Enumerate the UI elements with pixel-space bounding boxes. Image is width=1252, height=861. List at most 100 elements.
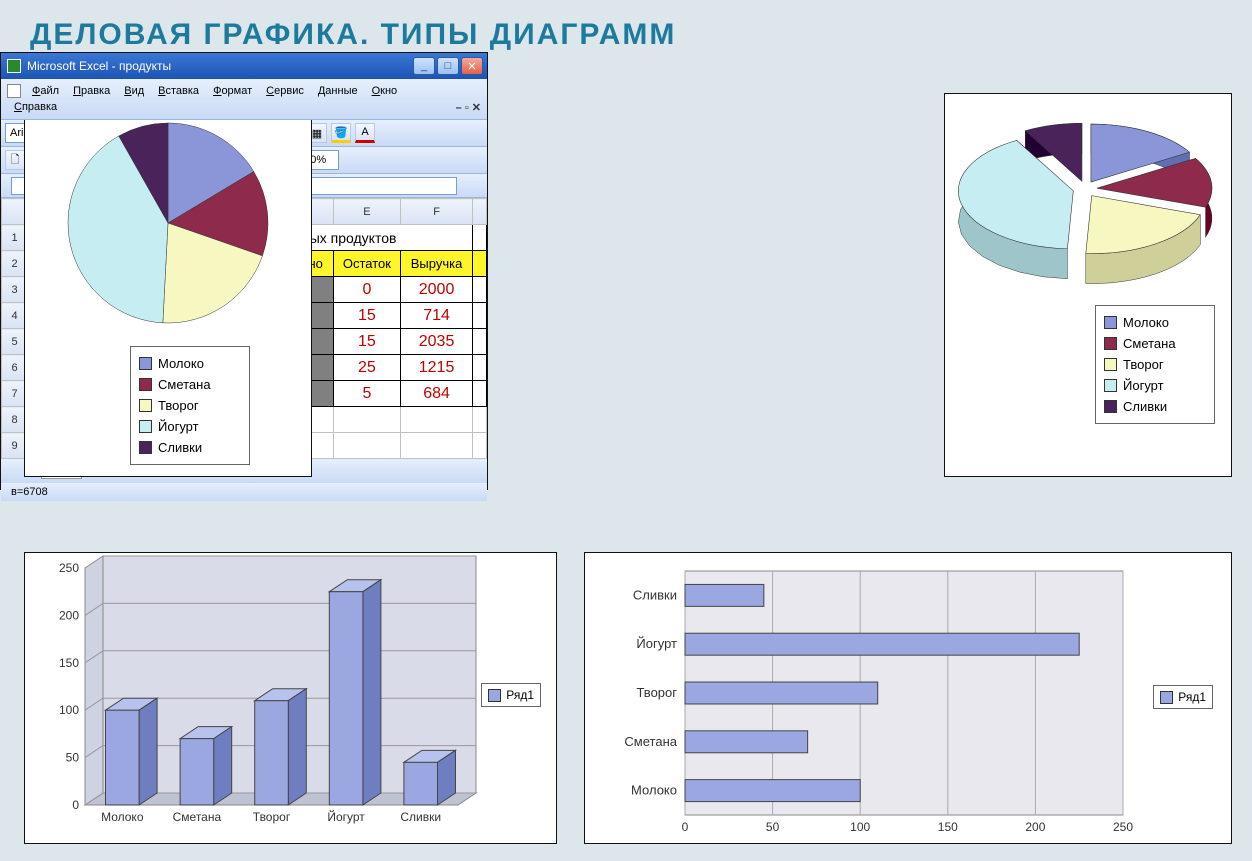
- legend-row: Йогурт: [139, 416, 241, 437]
- cell[interactable]: 714: [401, 303, 473, 329]
- cell[interactable]: 684: [401, 381, 473, 407]
- bar-h-chart: 0 50 100 150 200 250 Сливки Йогурт Творог Сметана…: [585, 553, 1233, 845]
- bar-h-legend: Ряд1: [1153, 685, 1213, 709]
- svg-text:250: 250: [1113, 820, 1133, 834]
- svg-text:Сливки: Сливки: [633, 587, 677, 602]
- menu-view[interactable]: Вид: [117, 83, 151, 99]
- legend-swatch: [1104, 400, 1117, 413]
- cell[interactable]: 15: [333, 303, 400, 329]
- menu-service[interactable]: Сервис: [259, 83, 311, 99]
- svg-text:Йогурт: Йогурт: [327, 809, 365, 824]
- svg-text:Сметана: Сметана: [173, 810, 222, 824]
- pie-2d-panel: Молоко Сметана Творог Йогурт Сливки: [24, 93, 312, 477]
- pie-3d-panel: Молоко Сметана Творог Йогурт Сливки: [944, 93, 1232, 477]
- legend-row: Молоко: [139, 353, 241, 374]
- maximize-button[interactable]: □: [437, 57, 459, 75]
- menu-file[interactable]: Файл: [25, 83, 66, 99]
- column-3d-legend-label: Ряд1: [506, 688, 534, 702]
- cell[interactable]: 2035: [401, 329, 473, 355]
- cell[interactable]: 0: [333, 277, 400, 303]
- excel-menubar: Файл Правка Вид Вставка Формат Сервис Да…: [1, 79, 487, 120]
- pie-3d-chart: [945, 94, 1231, 294]
- legend-label: Сметана: [1123, 336, 1176, 351]
- status-bar: в=6708: [1, 483, 487, 501]
- menu-help[interactable]: Справка: [7, 99, 64, 115]
- excel-title: Microsoft Excel - продукты: [27, 59, 171, 73]
- page-title: ДЕЛОВАЯ ГРАФИКА. ТИПЫ ДИАГРАММ: [0, 0, 1252, 52]
- svg-text:Йогурт: Йогурт: [636, 636, 677, 651]
- legend-swatch: [1104, 379, 1117, 392]
- legend-row: Молоко: [1104, 312, 1206, 333]
- minimize-button[interactable]: _: [413, 57, 435, 75]
- legend-label: Сливки: [158, 440, 202, 455]
- legend-swatch: [1104, 358, 1117, 371]
- cell[interactable]: 5: [333, 381, 400, 407]
- svg-text:Сливки: Сливки: [400, 810, 441, 824]
- menu-edit[interactable]: Правка: [66, 83, 117, 99]
- legend-swatch: [139, 399, 152, 412]
- svg-text:50: 50: [66, 751, 80, 765]
- table-header: Выручка: [401, 251, 473, 277]
- svg-text:0: 0: [72, 798, 79, 812]
- legend-row: Сливки: [1104, 396, 1206, 417]
- menu-format[interactable]: Формат: [206, 83, 259, 99]
- column-3d-legend: Ряд1: [481, 683, 541, 707]
- new-button[interactable]: 🗋: [5, 150, 25, 170]
- svg-text:250: 250: [59, 561, 79, 575]
- pie-2d-legend: Молоко Сметана Творог Йогурт Сливки: [130, 346, 250, 465]
- svg-text:100: 100: [59, 703, 79, 717]
- legend-row: Сметана: [1104, 333, 1206, 354]
- table-header: Остаток: [333, 251, 400, 277]
- column-3d-panel: 050100150200250МолокоСметанаТворогЙогурт…: [24, 552, 557, 844]
- column-3d-chart: 050100150200250МолокоСметанаТворогЙогурт…: [25, 553, 558, 845]
- close-button[interactable]: ✕: [461, 57, 483, 75]
- menu-insert[interactable]: Вставка: [151, 83, 206, 99]
- legend-swatch: [1104, 316, 1117, 329]
- bar-h-legend-label: Ряд1: [1178, 690, 1206, 704]
- legend-label: Йогурт: [1123, 378, 1164, 393]
- svg-text:Творог: Творог: [636, 685, 677, 700]
- legend-swatch: [139, 420, 152, 433]
- col-header[interactable]: F: [401, 199, 473, 225]
- menu-window[interactable]: Окно: [365, 83, 405, 99]
- legend-swatch: [1104, 337, 1117, 350]
- svg-text:150: 150: [938, 820, 958, 834]
- bar-h-panel: 0 50 100 150 200 250 Сливки Йогурт Творог Сметана…: [584, 552, 1232, 844]
- svg-text:Творог: Творог: [253, 810, 291, 824]
- legend-row: Сливки: [139, 437, 241, 458]
- svg-text:Молоко: Молоко: [101, 810, 144, 824]
- svg-text:0: 0: [682, 820, 689, 834]
- legend-row: Сметана: [139, 374, 241, 395]
- svg-text:50: 50: [766, 820, 780, 834]
- legend-label: Сливки: [1123, 399, 1167, 414]
- svg-text:200: 200: [1025, 820, 1045, 834]
- legend-label: Молоко: [1123, 315, 1169, 330]
- cell[interactable]: 15: [333, 329, 400, 355]
- legend-swatch: [139, 441, 152, 454]
- excel-doc-icon: [7, 84, 21, 98]
- inner-close-button[interactable]: – ▫ ✕: [456, 101, 481, 114]
- excel-icon: [7, 59, 21, 73]
- font-color-button[interactable]: A: [355, 123, 375, 143]
- legend-row: Йогурт: [1104, 375, 1206, 396]
- pie-2d-chart: [38, 108, 298, 338]
- legend-label: Творог: [1123, 357, 1164, 372]
- legend-swatch: [139, 357, 152, 370]
- svg-text:100: 100: [850, 820, 870, 834]
- legend-label: Йогурт: [158, 419, 199, 434]
- fill-color-button[interactable]: 🪣: [331, 123, 351, 143]
- svg-text:Сметана: Сметана: [624, 734, 677, 749]
- legend-label: Молоко: [158, 356, 204, 371]
- cell[interactable]: 1215: [401, 355, 473, 381]
- cell[interactable]: 25: [333, 355, 400, 381]
- legend-swatch: [139, 378, 152, 391]
- svg-text:150: 150: [59, 656, 79, 670]
- legend-label: Творог: [158, 398, 199, 413]
- excel-titlebar[interactable]: Microsoft Excel - продукты _ □ ✕: [1, 53, 487, 79]
- legend-label: Сметана: [158, 377, 211, 392]
- col-header[interactable]: E: [333, 199, 400, 225]
- pie-3d-legend: Молоко Сметана Творог Йогурт Сливки: [1095, 305, 1215, 424]
- menu-data[interactable]: Данные: [311, 83, 365, 99]
- legend-row: Творог: [1104, 354, 1206, 375]
- cell[interactable]: 2000: [401, 277, 473, 303]
